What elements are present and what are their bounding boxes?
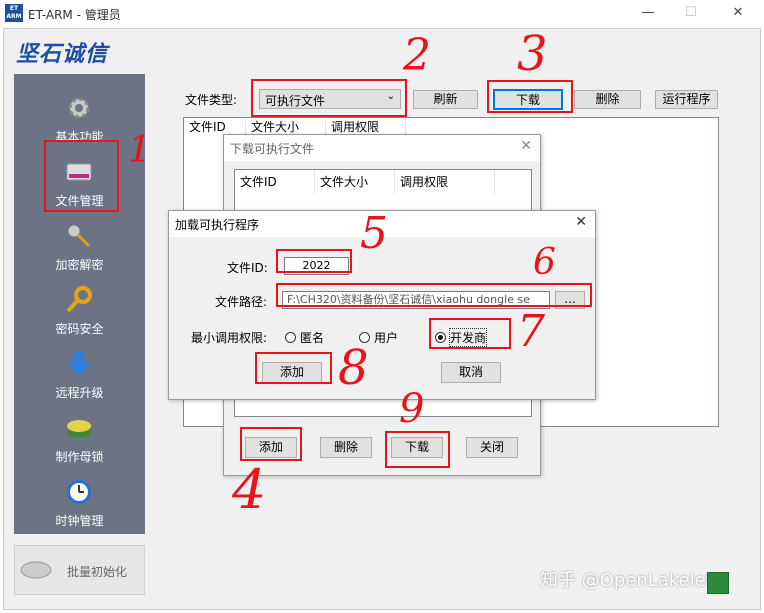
annotation-number: 4 (232, 458, 267, 521)
file-id-label: 文件ID: (227, 261, 268, 275)
batch-init-label: 批量初始化 (67, 565, 128, 579)
highlight-box (251, 79, 407, 117)
watermark: 知乎 @OpenLakelet (540, 570, 713, 591)
annotation-number: 9 (399, 386, 425, 432)
keys-icon (67, 224, 91, 248)
sidebar-item-clock[interactable]: 时钟管理 (14, 472, 145, 532)
dialog-title-bar: 下载可执行文件 ✕ (224, 135, 540, 161)
sidebar-item-password[interactable]: 密码安全 (14, 280, 145, 340)
column-header-file-id[interactable]: 文件ID (235, 170, 315, 194)
app-icon: ET ARM (5, 4, 23, 22)
min-permission-label: 最小调用权限: (191, 331, 268, 345)
file-path-label: 文件路径: (215, 295, 268, 309)
annotation-number: 6 (533, 242, 556, 283)
download-arrow-icon (67, 352, 91, 376)
sidebar-item-basic[interactable]: 基本功能 (14, 88, 145, 148)
annotation-number: 7 (517, 306, 545, 357)
dialog-title: 加载可执行程序 (175, 218, 260, 232)
highlight-box (44, 140, 119, 212)
sidebar-item-label: 时钟管理 (55, 514, 104, 528)
sidebar-item-master-lock[interactable]: 制作母锁 (14, 408, 145, 468)
annotation-number: 8 (338, 340, 369, 396)
close-button[interactable]: ✕ (726, 4, 750, 22)
highlight-box (487, 80, 573, 113)
clock-icon (67, 480, 91, 504)
perm-user-label: 用户 (374, 331, 399, 345)
disk-icon (20, 561, 52, 579)
delete-button[interactable]: 删除 (574, 90, 641, 109)
highlight-box (276, 283, 592, 307)
highlight-box (255, 352, 332, 384)
cancel-button[interactable]: 取消 (441, 362, 501, 383)
close-button[interactable]: 关闭 (466, 437, 518, 458)
batch-init-button[interactable]: 批量初始化 (14, 545, 145, 595)
window-title: ET-ARM - 管理员 (28, 8, 121, 22)
highlight-box (276, 249, 352, 273)
stack-icon (67, 420, 91, 438)
annotation-number: 1 (128, 130, 151, 171)
column-header-permission[interactable]: 调用权限 (395, 170, 495, 194)
dialog-title: 下载可执行文件 (230, 142, 315, 156)
sidebar-item-remote-upgrade[interactable]: 远程升级 (14, 344, 145, 404)
perm-anonymous-label: 匿名 (300, 331, 325, 345)
sidebar-item-encrypt[interactable]: 加密解密 (14, 216, 145, 276)
minimize-button[interactable]: — (636, 4, 660, 22)
annotation-number: 2 (403, 30, 431, 81)
title-bar: ET ARM ET-ARM - 管理员 — ☐ ✕ (0, 0, 764, 28)
tray-icon (707, 572, 729, 594)
key-icon (66, 286, 92, 313)
app-icon-bottom-text: ARM (6, 13, 22, 20)
annotation-number: 5 (360, 208, 388, 259)
close-icon[interactable]: ✕ (575, 214, 587, 230)
gear-icon (68, 97, 90, 119)
sidebar-item-label: 密码安全 (55, 322, 104, 336)
highlight-box (429, 318, 511, 349)
delete-button[interactable]: 删除 (320, 437, 372, 458)
file-type-label: 文件类型: (185, 93, 238, 107)
highlight-box (385, 431, 450, 468)
column-header-file-size[interactable]: 文件大小 (315, 170, 395, 194)
highlight-box (240, 427, 302, 461)
brand-logo: 坚石诚信 (16, 41, 109, 67)
annotation-number: 3 (517, 26, 548, 82)
maximize-button[interactable]: ☐ (679, 4, 703, 22)
app-icon-top-text: ET (9, 5, 19, 12)
sidebar-item-label: 加密解密 (55, 258, 104, 272)
sidebar-item-label: 制作母锁 (55, 450, 104, 464)
sidebar-item-label: 远程升级 (55, 386, 104, 400)
run-program-button[interactable]: 运行程序 (655, 90, 718, 109)
close-icon[interactable]: ✕ (520, 138, 532, 154)
perm-anonymous-radio[interactable] (285, 332, 296, 343)
refresh-button[interactable]: 刷新 (413, 90, 478, 109)
